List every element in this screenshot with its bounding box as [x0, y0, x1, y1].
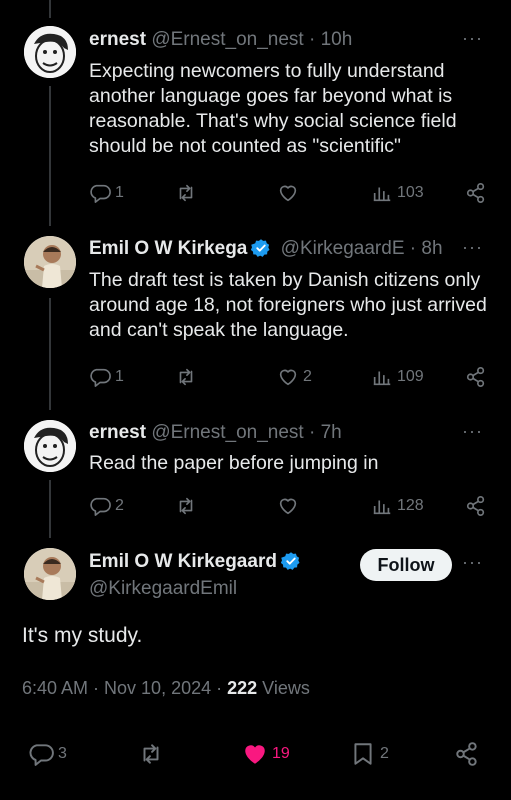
like-button[interactable]: 2: [277, 365, 312, 389]
views-count: 222: [227, 678, 258, 698]
heart-filled-icon: [245, 745, 265, 764]
tweet-actions: 1 2 109: [89, 365, 489, 389]
bookmark-button[interactable]: 2: [350, 742, 389, 766]
tweet-text: Read the paper before jumping in: [89, 452, 379, 474]
tweet-timestamp[interactable]: 6:40 AM · Nov 10, 2024 ·: [22, 678, 227, 698]
share-button[interactable]: [454, 742, 480, 766]
bookmark-count: 2: [380, 745, 389, 762]
author-handle[interactable]: @Ernest_on_nest: [151, 29, 303, 50]
author-name[interactable]: Emil O W Kirkegaard: [89, 551, 277, 572]
heart-icon: [279, 498, 297, 515]
retweet-icon: [179, 184, 193, 202]
heart-icon: [279, 185, 297, 202]
share-icon: [466, 496, 485, 516]
reply-count: 1: [115, 368, 124, 385]
tweet-header: Emil O W Kirkega @KirkegaardE · 8h: [89, 237, 511, 261]
like-button[interactable]: [277, 494, 299, 518]
like-count: 2: [303, 368, 312, 385]
reply-icon: [90, 368, 111, 387]
tweet-text: The draft test is taken by Danish citize…: [89, 269, 487, 341]
views-label: Views: [257, 678, 310, 698]
views-count: 109: [397, 368, 424, 385]
more-options-button[interactable]: ···: [462, 552, 483, 573]
retweet-icon: [143, 744, 159, 764]
reply-button[interactable]: 1: [89, 181, 124, 205]
tweet[interactable]: Emil O W Kirkega @KirkegaardE · 8h ··· T…: [0, 220, 511, 400]
tweet[interactable]: ernest @Ernest_on_nest · 7h ··· Read the…: [0, 400, 511, 530]
main-author-handle-row: @KirkegaardEmil: [89, 577, 511, 601]
views-count: 128: [397, 497, 424, 514]
heart-icon: [279, 369, 297, 386]
reply-icon: [90, 497, 111, 516]
retweet-button[interactable]: [175, 494, 197, 518]
reply-button[interactable]: 2: [89, 494, 124, 518]
avatar[interactable]: [24, 548, 76, 600]
author-handle[interactable]: @Ernest_on_nest: [151, 422, 303, 443]
verified-badge-icon: [280, 552, 300, 570]
verified-badge-icon: [251, 239, 270, 257]
retweet-button[interactable]: [175, 181, 197, 205]
avatar[interactable]: [24, 420, 76, 472]
reply-icon: [29, 744, 54, 766]
more-options-button[interactable]: ···: [462, 421, 483, 442]
tweet-time[interactable]: · 8h: [410, 238, 443, 259]
author-handle[interactable]: @KirkegaardEmil: [89, 578, 237, 599]
reply-button[interactable]: 3: [28, 742, 67, 766]
more-options-button[interactable]: ···: [462, 237, 483, 258]
author-name[interactable]: ernest: [89, 29, 146, 50]
author-name[interactable]: ernest: [89, 422, 146, 443]
share-button[interactable]: [465, 181, 487, 205]
views-button[interactable]: 103: [371, 181, 424, 205]
retweet-icon: [179, 368, 193, 386]
reply-count: 1: [115, 184, 124, 201]
reply-count: 2: [115, 497, 124, 514]
like-button[interactable]: 19: [242, 742, 290, 766]
share-button[interactable]: [465, 494, 487, 518]
bookmark-icon: [354, 743, 372, 765]
main-tweet-text: It's my study.: [22, 624, 143, 647]
share-icon: [466, 367, 485, 387]
author-name[interactable]: Emil O W Kirkega: [89, 238, 247, 259]
views-button[interactable]: 109: [371, 365, 424, 389]
retweet-button[interactable]: [138, 742, 164, 766]
tweet-time[interactable]: · 10h: [309, 29, 352, 50]
like-button[interactable]: [277, 181, 299, 205]
retweet-icon: [179, 497, 193, 515]
share-icon: [456, 742, 477, 766]
avatar[interactable]: [24, 26, 76, 78]
main-tweet-actions: 3 19 2: [0, 742, 511, 772]
tweet-meta: 6:40 AM · Nov 10, 2024 · 222 Views: [22, 678, 310, 699]
reply-button[interactable]: 1: [89, 365, 124, 389]
tweet-actions: 1 103: [89, 181, 489, 205]
avatar[interactable]: [24, 236, 76, 288]
views-icon: [373, 500, 391, 515]
like-count: 19: [272, 745, 290, 762]
share-icon: [466, 183, 485, 203]
tweet-header: ernest @Ernest_on_nest · 7h: [89, 421, 511, 445]
views-count: 103: [397, 184, 424, 201]
retweet-button[interactable]: [175, 365, 197, 389]
views-icon: [373, 187, 391, 202]
tweet[interactable]: ernest @Ernest_on_nest · 10h ··· Expecti…: [0, 0, 511, 220]
reply-icon: [90, 184, 111, 203]
tweet-time[interactable]: · 7h: [309, 422, 342, 443]
more-options-button[interactable]: ···: [462, 28, 483, 49]
tweet-actions: 2 128: [89, 494, 489, 518]
tweet-text: Expecting newcomers to fully understand …: [89, 60, 457, 157]
follow-button[interactable]: Follow: [360, 549, 452, 581]
share-button[interactable]: [465, 365, 487, 389]
tweet-header: ernest @Ernest_on_nest · 10h: [89, 28, 511, 52]
views-button[interactable]: 128: [371, 494, 424, 518]
author-handle[interactable]: @KirkegaardE: [281, 238, 405, 259]
reply-count: 3: [58, 745, 67, 762]
views-icon: [373, 371, 391, 386]
